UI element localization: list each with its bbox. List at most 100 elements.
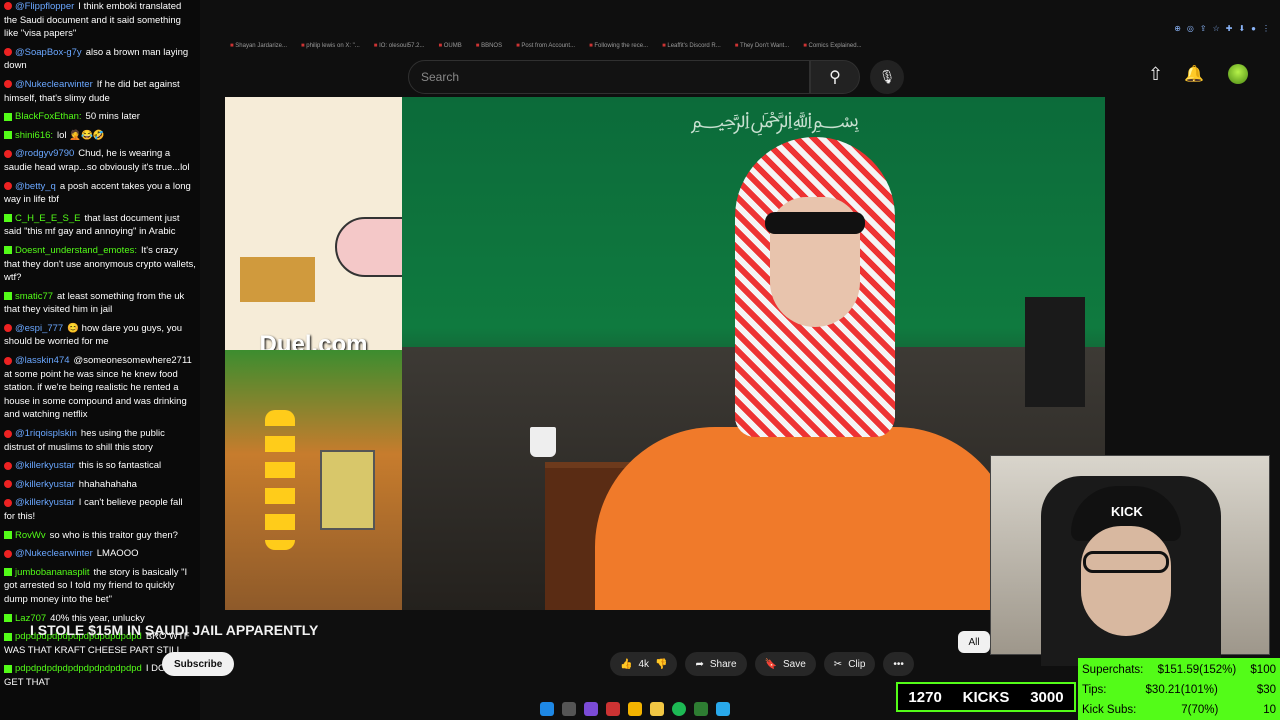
extensions-puzzle-icon[interactable]: ✚ — [1226, 24, 1233, 33]
bookmark-item[interactable]: BBNOS — [476, 43, 502, 49]
donation-label: Superchats: — [1082, 664, 1144, 676]
bookmark-item[interactable]: Post from Account... — [516, 43, 575, 49]
youtube-badge-icon — [4, 461, 12, 470]
chat-username[interactable]: @lasskin474 — [15, 355, 70, 366]
extension-icon[interactable]: ◎ — [1187, 24, 1194, 33]
account-avatar[interactable] — [1228, 64, 1248, 84]
youtube-header: Search ⚲ 🎙 ⇧ 🔔 — [200, 58, 1280, 94]
chat-username[interactable]: @1riqoisplskin — [15, 428, 77, 439]
obs-app-icon[interactable] — [606, 702, 620, 716]
chat-message: shini616: lol 🤦😂🤣 — [4, 129, 196, 143]
chat-username[interactable]: smatic77 — [15, 291, 53, 302]
donation-label: Tips: — [1082, 684, 1107, 696]
taskbar-search-icon[interactable] — [562, 702, 576, 716]
bookmark-icon: 🔖 — [764, 658, 777, 670]
spotify-app-icon[interactable] — [672, 702, 686, 716]
chat-username[interactable]: @killerkyustar — [15, 479, 75, 490]
chat-username[interactable]: @killerkyustar — [15, 497, 75, 508]
bookmark-item[interactable]: Leaffit's Discord R... — [662, 43, 720, 49]
kick-badge-icon — [4, 292, 12, 301]
chat-username[interactable]: @rodgyv9790 — [15, 148, 74, 159]
youtube-badge-icon — [4, 149, 12, 158]
kick-badge-icon — [4, 614, 12, 623]
side-gameplay-video: Duel.com — [225, 97, 415, 610]
chat-message: C_H_E_E_S_E that last document just said … — [4, 212, 196, 239]
kick-badge-icon — [4, 531, 12, 540]
scissors-icon: ✂ — [833, 658, 843, 670]
chat-message: @Nukeclearwinter If he did bet against hi… — [4, 78, 196, 105]
chat-message: @killerkyustar hhahahahaha — [4, 478, 196, 492]
chat-username[interactable]: C_H_E_E_S_E — [15, 213, 80, 224]
share-page-icon[interactable]: ⇪ — [1200, 24, 1207, 33]
chat-text: lol 🤦😂🤣 — [57, 129, 105, 141]
bookmark-item[interactable]: IO: olesoul57.2... — [374, 43, 424, 49]
screen: Shayan Jardarize... philip lewis on X: ".… — [0, 0, 1280, 720]
browser-toolbar-icons[interactable]: ⊕ ◎ ⇪ ☆ ✚ ⬇ ● ⋮ — [1174, 24, 1270, 33]
chat-username[interactable]: @Nukeclearwinter — [15, 79, 93, 90]
bookmark-item[interactable]: OUMB — [438, 43, 462, 49]
search-icon: ⚲ — [829, 69, 841, 86]
chat-message: BlackFoxEthan: 50 mins later — [4, 110, 196, 124]
chat-username[interactable]: BlackFoxEthan: — [15, 111, 82, 122]
chat-username[interactable]: shini616: — [15, 130, 53, 141]
chrome-app-icon[interactable] — [628, 702, 642, 716]
cartoon-box — [240, 257, 315, 302]
chat-username[interactable]: @betty_q — [15, 181, 56, 192]
profile-icon[interactable]: ● — [1251, 24, 1256, 33]
kick-badge-icon — [4, 632, 12, 641]
chat-message: jumbobananasplit the story is basically "… — [4, 566, 196, 607]
bookmark-item[interactable]: Following the rece... — [589, 43, 648, 49]
download-icon[interactable]: ⬇ — [1238, 24, 1245, 33]
donation-goal-row: Kick Subs: 7(70%) 10 — [1082, 700, 1276, 720]
chat-text: hhahahahaha — [78, 478, 137, 490]
menu-dots-icon[interactable]: ⋮ — [1262, 24, 1270, 33]
chat-message: @Nukeclearwinter LMAOOO — [4, 547, 196, 561]
donation-label: Kick Subs: — [1082, 704, 1137, 716]
youtube-badge-icon — [4, 480, 12, 489]
bookmark-item[interactable]: philip lewis on X: "... — [301, 43, 360, 49]
chat-username[interactable]: @Flippflopper — [15, 1, 74, 12]
xbox-app-icon[interactable] — [694, 702, 708, 716]
chat-username[interactable]: @Nukeclearwinter — [15, 548, 93, 559]
chat-username[interactable]: pdpdpdpdpdpdpdpdpdpdpdpd — [15, 663, 142, 674]
donation-value: $30.21(101%) — [1145, 684, 1218, 696]
donation-goal: 10 — [1263, 704, 1276, 716]
windows-start-icon[interactable] — [540, 702, 554, 716]
like-button[interactable]: 👍 4k 👎 — [610, 652, 678, 676]
file-explorer-icon[interactable] — [650, 702, 664, 716]
chat-message: @killerkyustar I can't believe people fal… — [4, 496, 196, 523]
more-dots-icon: ••• — [893, 658, 904, 670]
bookmarks-bar: Shayan Jardarize... philip lewis on X: ".… — [200, 38, 1280, 54]
save-button[interactable]: 🔖 Save — [754, 652, 816, 676]
chat-username[interactable]: @killerkyustar — [15, 460, 75, 471]
bookmark-star-icon[interactable]: ☆ — [1213, 24, 1220, 33]
clip-button[interactable]: ✂ Clip — [823, 652, 876, 676]
subscribe-button[interactable]: Subscribe — [162, 652, 235, 676]
create-upload-icon[interactable]: ⇧ — [1148, 64, 1163, 85]
bookmark-item[interactable]: Comics Explained... — [803, 43, 862, 49]
filter-chip-all[interactable]: All — [958, 631, 990, 653]
chat-message: @SoapBox-g7y also a brown man laying down — [4, 46, 196, 73]
bookmark-item[interactable]: Shayan Jardarize... — [230, 43, 287, 49]
chat-message: @1riqoisplskin hes using the public distr… — [4, 427, 196, 454]
youtube-badge-icon — [4, 324, 12, 333]
chat-message: @Flippflopper I think emboki translated t… — [4, 0, 196, 41]
notifications-bell-icon[interactable]: 🔔 — [1184, 64, 1204, 84]
chat-username[interactable]: RovWv — [15, 530, 46, 541]
chat-username[interactable]: Doesnt_understand_emotes: — [15, 245, 137, 256]
chat-username[interactable]: @SoapBox-g7y — [15, 47, 82, 58]
zoom-icon[interactable]: ⊕ — [1174, 24, 1181, 33]
bookmark-item[interactable]: They Don't Want... — [735, 43, 789, 49]
thumbs-down-icon[interactable]: 👎 — [655, 659, 667, 670]
chat-username[interactable]: @espi_777 — [15, 323, 63, 334]
discord-app-icon[interactable] — [584, 702, 598, 716]
youtube-badge-icon — [4, 356, 12, 365]
telegram-app-icon[interactable] — [716, 702, 730, 716]
more-actions-button[interactable]: ••• — [883, 652, 914, 676]
search-button[interactable]: ⚲ — [810, 60, 860, 94]
voice-search-button[interactable]: 🎙 — [870, 60, 904, 94]
video-player[interactable]: Duel.com ﷽ — [225, 97, 1105, 610]
chat-username[interactable]: jumbobananasplit — [15, 567, 89, 578]
share-button[interactable]: ➦ Share — [685, 652, 747, 676]
search-input[interactable]: Search — [408, 60, 810, 94]
